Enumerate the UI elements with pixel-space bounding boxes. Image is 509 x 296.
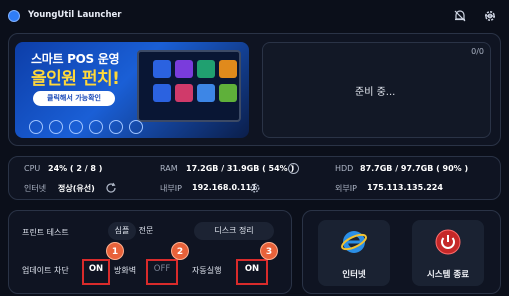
internal-ip-value: 192.168.0.111: [192, 183, 257, 192]
marker-3: 3: [260, 242, 278, 260]
print-full-button[interactable]: 전문: [132, 222, 160, 240]
refresh-icon[interactable]: [105, 182, 117, 194]
minimize-icon[interactable]: [483, 9, 497, 23]
shutdown-button-label: 시스템 종료: [426, 270, 470, 280]
firewall-label: 방화벽: [114, 266, 137, 275]
marker-1: 1: [106, 242, 124, 260]
ram-value: 17.2GB / 31.9GB ( 54% ): [186, 164, 295, 173]
internet-value: 정상(유선): [58, 184, 95, 193]
internal-ip-label: 내부IP: [160, 184, 182, 193]
shutdown-button[interactable]: 시스템 종료: [412, 220, 484, 286]
highlight-box-firewall: [146, 259, 178, 285]
notification-off-icon[interactable]: [453, 9, 467, 23]
cpu-label: CPU: [24, 164, 41, 173]
banner-monitor-image: [137, 50, 241, 122]
internet-button-label: 인터넷: [342, 270, 366, 280]
gear-icon[interactable]: [249, 182, 261, 194]
highlight-box-update: [82, 259, 110, 285]
banner-tagline: 올인원 펀치!: [31, 69, 120, 89]
cpu-value: 24% ( 2 / 8 ): [48, 164, 103, 173]
hdd-label: HDD: [335, 164, 354, 173]
internet-label: 인터넷: [24, 184, 47, 193]
highlight-box-autorun: [236, 259, 268, 285]
internet-button[interactable]: 인터넷: [318, 220, 390, 286]
power-icon: [434, 228, 462, 256]
hdd-value: 87.7GB / 97.7GB ( 90% ): [360, 164, 469, 173]
app-title: YoungUtil Launcher: [28, 10, 122, 20]
status-panel: 0/0 준비 중...: [262, 42, 491, 138]
external-ip-label: 외부IP: [335, 184, 357, 193]
external-ip-value: 175.113.135.224: [367, 183, 443, 192]
info-icon[interactable]: i: [288, 163, 299, 174]
update-block-label: 업데이트 차단: [22, 266, 69, 275]
title-bar: YoungUtil Launcher: [0, 0, 509, 32]
app-logo-icon: [8, 10, 20, 22]
status-message: 준비 중...: [355, 87, 396, 98]
autorun-label: 자동실행: [192, 266, 222, 275]
promo-banner[interactable]: 스마트 POS 운영 올인원 펀치! 클릭해서 가능확인: [15, 42, 249, 138]
print-test-label: 프린트 테스트: [22, 228, 69, 237]
banner-button[interactable]: 클릭해서 가능확인: [33, 91, 115, 106]
status-count: 0/0: [471, 47, 484, 56]
marker-2: 2: [171, 242, 189, 260]
disk-cleanup-button[interactable]: 디스크 정리: [194, 222, 274, 240]
ram-label: RAM: [160, 164, 178, 173]
internet-explorer-icon: [340, 228, 368, 256]
